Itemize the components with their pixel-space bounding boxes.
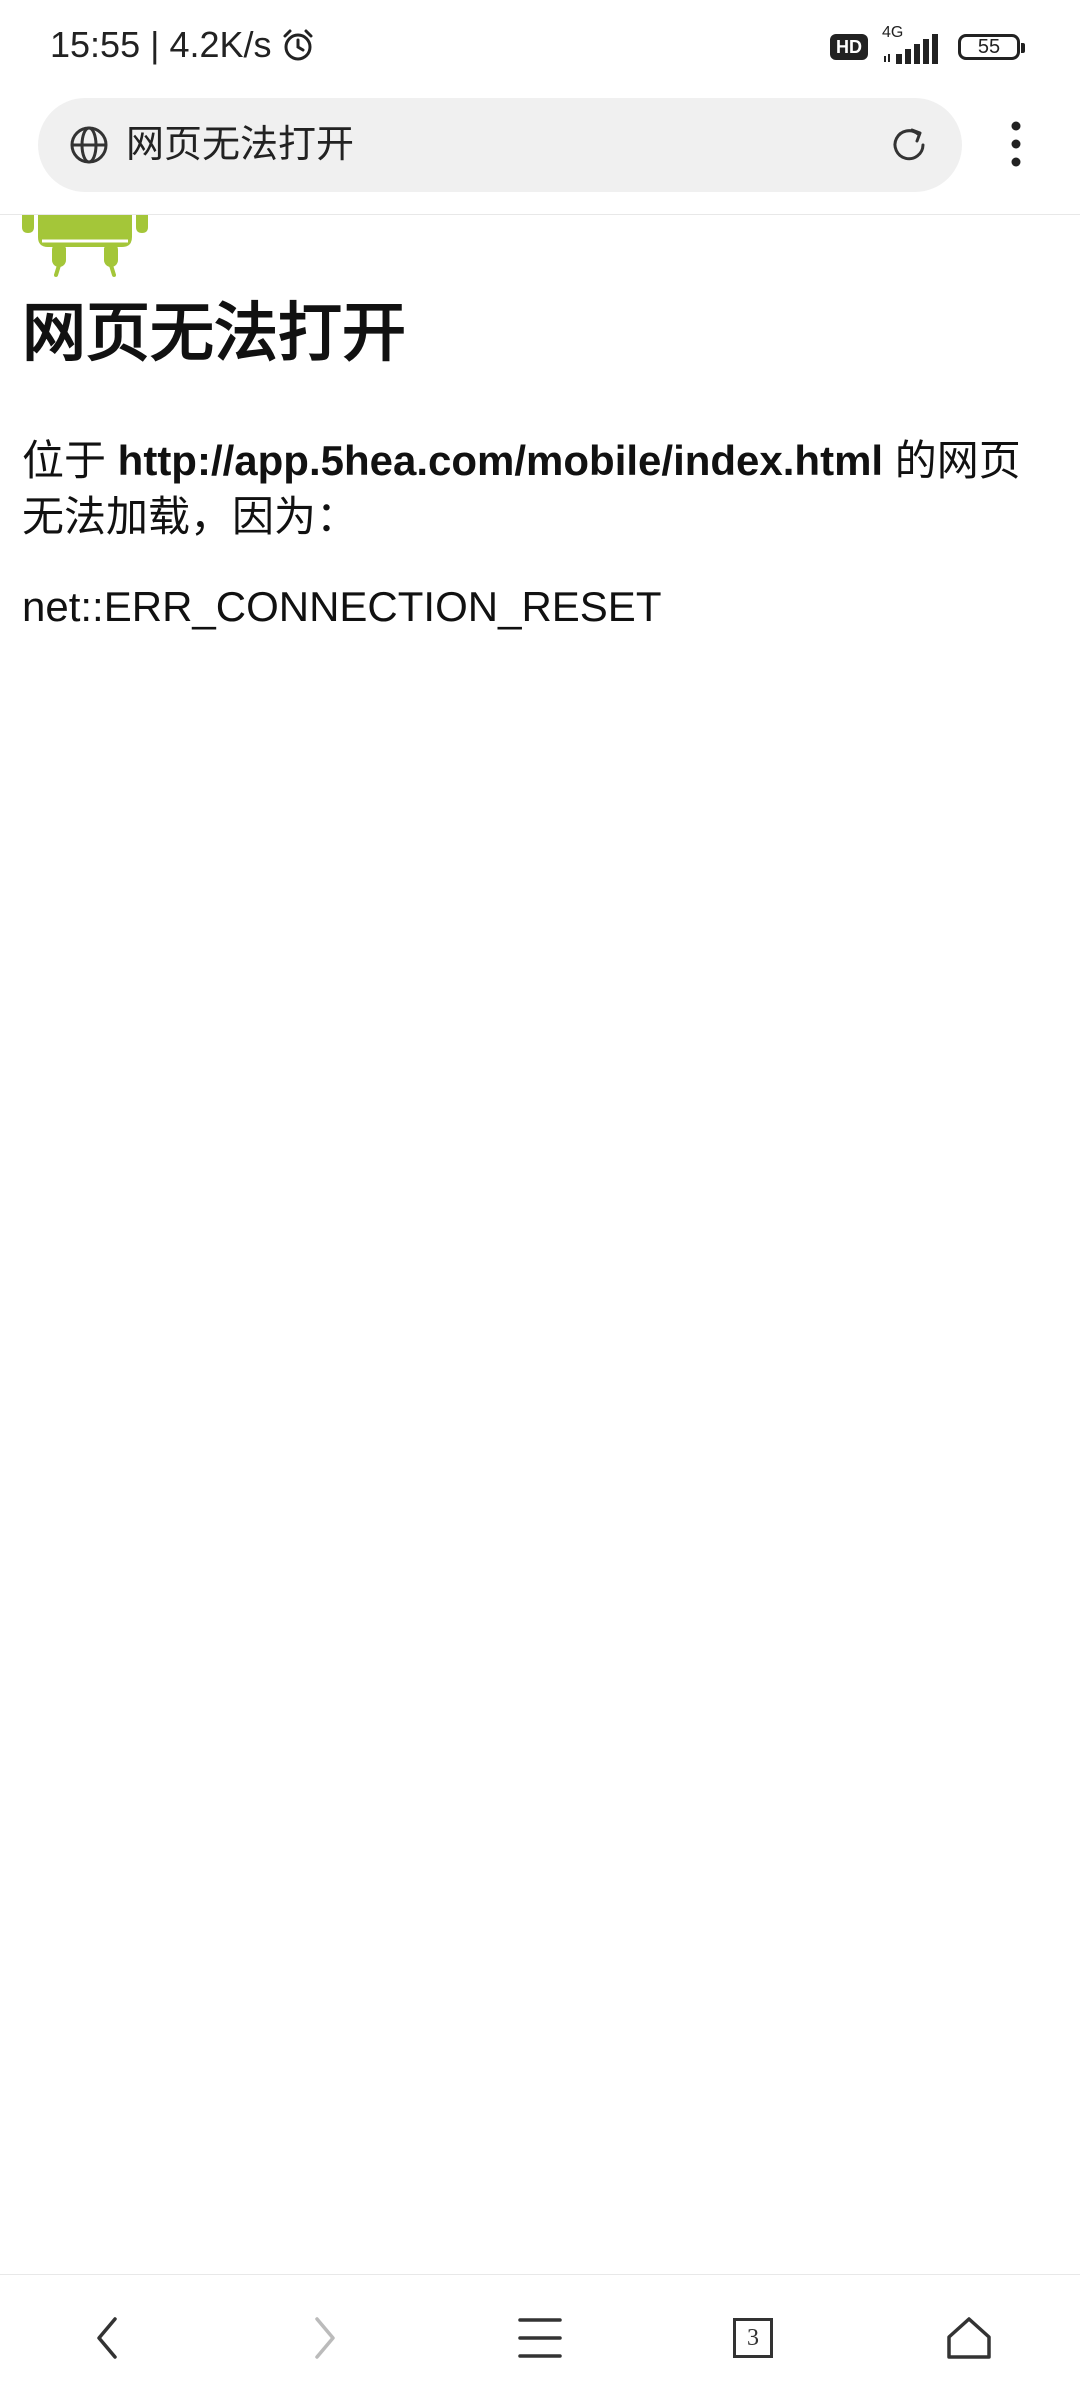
status-left: 15:55 | 4.2K/s bbox=[50, 24, 316, 66]
url-text[interactable]: 网页无法打开 bbox=[126, 120, 354, 170]
error-code: net::ERR_CONNECTION_RESET bbox=[22, 583, 662, 630]
home-icon bbox=[947, 2317, 991, 2359]
forward-button[interactable] bbox=[290, 2303, 360, 2373]
android-logo bbox=[22, 215, 148, 277]
status-bar: 15:55 | 4.2K/s HD 4G 55 bbox=[0, 0, 1080, 96]
signal-icon: 4G bbox=[882, 24, 944, 64]
tab-count: 3 bbox=[747, 2324, 759, 2351]
reload-icon[interactable] bbox=[886, 122, 932, 168]
tabs-icon: 3 bbox=[733, 2318, 773, 2358]
url-field[interactable]: 网页无法打开 bbox=[38, 98, 962, 192]
battery-level: 55 bbox=[977, 35, 1001, 58]
tabs-button[interactable]: 3 bbox=[718, 2303, 788, 2373]
more-menu-icon[interactable] bbox=[1000, 118, 1032, 170]
status-time: 15:55 bbox=[50, 24, 141, 65]
battery-icon: 55 bbox=[958, 34, 1025, 60]
status-separator: | bbox=[150, 24, 160, 65]
failed-url: http://app.5hea.com/mobile/index.html bbox=[117, 437, 884, 484]
status-right: HD 4G 55 bbox=[830, 24, 1025, 64]
error-description: 位于 http://app.5hea.com/mobile/index.html… bbox=[22, 433, 1062, 545]
hd-icon: HD bbox=[830, 34, 868, 60]
globe-icon bbox=[70, 126, 108, 164]
network-speed: 4.2K/s bbox=[169, 24, 272, 65]
browser-screen: 15:55 | 4.2K/s HD 4G 55 网页无法打开 网页无法打开 位于… bbox=[0, 0, 1080, 2400]
bottom-toolbar: 3 bbox=[0, 2274, 1080, 2400]
home-button[interactable] bbox=[934, 2303, 1004, 2373]
back-icon bbox=[97, 2317, 117, 2359]
forward-icon bbox=[315, 2317, 335, 2359]
desc-prefix: 位于 bbox=[22, 437, 118, 484]
address-bar: 网页无法打开 bbox=[0, 96, 1080, 215]
back-button[interactable] bbox=[72, 2303, 142, 2373]
page-title: 网页无法打开 bbox=[22, 297, 406, 369]
menu-icon bbox=[518, 2318, 562, 2358]
menu-button[interactable] bbox=[505, 2303, 575, 2373]
alarm-icon bbox=[283, 29, 313, 61]
